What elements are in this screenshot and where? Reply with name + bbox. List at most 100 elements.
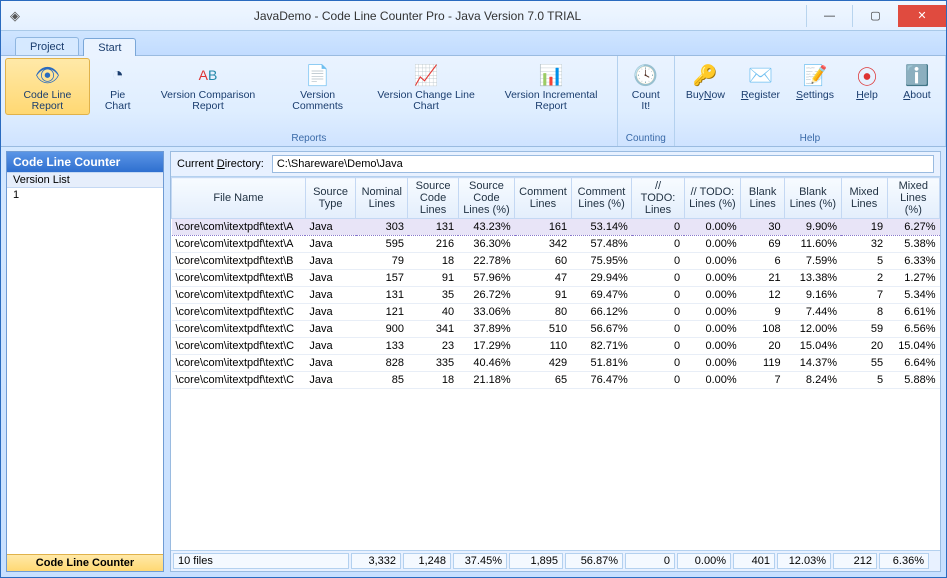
cell-stype: Java [305, 321, 355, 338]
cell-stype: Java [305, 236, 355, 253]
system-menu-icon[interactable]: ◈ [1, 8, 29, 24]
cell-nom: 157 [356, 270, 408, 287]
table-row[interactable]: \core\com\itextpdf\text\CJava1332317.29%… [172, 338, 940, 355]
col-todo-lines-pct[interactable]: // TODO: Lines (%) [684, 178, 741, 219]
tab-start[interactable]: Start [83, 38, 136, 56]
ribbon-group-counting: 🕓 Count It! Counting [618, 56, 675, 146]
cell-fname: \core\com\itextpdf\text\C [172, 287, 306, 304]
table-row[interactable]: \core\com\itextpdf\text\CJava851821.18%6… [172, 372, 940, 389]
count-it-button[interactable]: 🕓 Count It! [622, 58, 670, 115]
register-button[interactable]: ✉️ Register [734, 58, 787, 104]
close-button[interactable]: ✕ [898, 5, 946, 27]
cell-mixp: 5.34% [887, 287, 939, 304]
cell-todop: 0.00% [684, 338, 741, 355]
col-blank-lines-pct[interactable]: Blank Lines (%) [785, 178, 842, 219]
cell-blkp: 8.24% [785, 372, 842, 389]
minimize-button[interactable]: — [806, 5, 852, 27]
cell-cmtp: 29.94% [571, 270, 632, 287]
col-filename[interactable]: File Name [172, 178, 306, 219]
sidebar-item[interactable]: 1 [13, 189, 157, 201]
pie-chart-button[interactable]: ◔ Pie Chart [92, 58, 144, 115]
cell-fname: \core\com\itextpdf\text\C [172, 355, 306, 372]
help-button[interactable]: ⦿ Help [843, 58, 891, 104]
col-mixed-lines-pct[interactable]: Mixed Lines (%) [887, 178, 939, 219]
cell-sclp: 57.96% [458, 270, 515, 287]
cell-cmt: 47 [515, 270, 572, 287]
cell-stype: Java [305, 304, 355, 321]
total-cmt: 1,895 [509, 553, 563, 569]
version-incremental-report-button[interactable]: 📊 Version Incremental Report [489, 58, 612, 115]
col-todo-lines[interactable]: // TODO: Lines [632, 178, 684, 219]
ribbon: 👁 Code Line Report ◔ Pie Chart A B Versi… [1, 55, 946, 147]
cell-cmtp: 56.67% [571, 321, 632, 338]
cell-mixp: 5.88% [887, 372, 939, 389]
grid-wrap[interactable]: File Name Source Type Nominal Lines Sour… [171, 177, 940, 550]
cell-cmtp: 69.47% [571, 287, 632, 304]
col-source-code-lines-pct[interactable]: Source Code Lines (%) [458, 178, 515, 219]
col-comment-lines-pct[interactable]: Comment Lines (%) [571, 178, 632, 219]
current-directory-input[interactable] [272, 155, 934, 173]
version-comments-button[interactable]: 📄 Version Comments [272, 58, 362, 115]
table-row[interactable]: \core\com\itextpdf\text\CJava90034137.89… [172, 321, 940, 338]
cell-todo: 0 [632, 355, 684, 372]
line-chart-icon: 📈 [410, 61, 442, 89]
cell-todo: 0 [632, 338, 684, 355]
cell-todop: 0.00% [684, 355, 741, 372]
cell-fname: \core\com\itextpdf\text\C [172, 372, 306, 389]
cell-blkp: 12.00% [785, 321, 842, 338]
cell-blk: 20 [741, 338, 785, 355]
eye-icon: 👁 [31, 61, 63, 89]
cell-blkp: 13.38% [785, 270, 842, 287]
cell-fname: \core\com\itextpdf\text\A [172, 219, 306, 236]
col-source-type[interactable]: Source Type [305, 178, 355, 219]
col-mixed-lines[interactable]: Mixed Lines [841, 178, 887, 219]
maximize-button[interactable]: ▢ [852, 5, 898, 27]
total-cmtp: 56.87% [565, 553, 623, 569]
table-row[interactable]: \core\com\itextpdf\text\AJava30313143.23… [172, 219, 940, 236]
sidebar-list[interactable]: 1 [7, 188, 163, 554]
cell-scl: 40 [408, 304, 458, 321]
mail-icon: ✉️ [744, 61, 776, 89]
cell-nom: 133 [356, 338, 408, 355]
cell-blkp: 9.16% [785, 287, 842, 304]
cell-cmt: 510 [515, 321, 572, 338]
cell-scl: 216 [408, 236, 458, 253]
col-comment-lines[interactable]: Comment Lines [515, 178, 572, 219]
about-button[interactable]: ℹ️ About [893, 58, 941, 104]
cell-cmt: 80 [515, 304, 572, 321]
cell-mixp: 6.27% [887, 219, 939, 236]
cell-mix: 55 [841, 355, 887, 372]
titlebar: ◈ JavaDemo - Code Line Counter Pro - Jav… [1, 1, 946, 31]
cell-sclp: 36.30% [458, 236, 515, 253]
version-comparison-button[interactable]: A B Version Comparison Report [146, 58, 271, 115]
cell-mix: 20 [841, 338, 887, 355]
cell-sclp: 17.29% [458, 338, 515, 355]
settings-button[interactable]: 📝 Settings [789, 58, 841, 104]
total-nominal: 3,332 [351, 553, 401, 569]
cell-stype: Java [305, 287, 355, 304]
table-row[interactable]: \core\com\itextpdf\text\CJava1214033.06%… [172, 304, 940, 321]
cell-sclp: 37.89% [458, 321, 515, 338]
cell-cmtp: 57.48% [571, 236, 632, 253]
cell-mix: 7 [841, 287, 887, 304]
cell-sclp: 21.18% [458, 372, 515, 389]
cell-mix: 32 [841, 236, 887, 253]
version-change-line-chart-button[interactable]: 📈 Version Change Line Chart [365, 58, 488, 115]
sidebar-footer[interactable]: Code Line Counter [7, 554, 163, 571]
col-nominal-lines[interactable]: Nominal Lines [356, 178, 408, 219]
ribbon-group-label: Help [679, 133, 941, 145]
table-row[interactable]: \core\com\itextpdf\text\BJava791822.78%6… [172, 253, 940, 270]
cell-nom: 121 [356, 304, 408, 321]
col-blank-lines[interactable]: Blank Lines [741, 178, 785, 219]
cell-nom: 79 [356, 253, 408, 270]
tab-project[interactable]: Project [15, 37, 79, 55]
table-row[interactable]: \core\com\itextpdf\text\AJava59521636.30… [172, 236, 940, 253]
cell-todop: 0.00% [684, 321, 741, 338]
cell-todo: 0 [632, 287, 684, 304]
buynow-button[interactable]: 🔑 BuyNow [679, 58, 732, 104]
col-source-code-lines[interactable]: Source Code Lines [408, 178, 458, 219]
table-row[interactable]: \core\com\itextpdf\text\BJava1579157.96%… [172, 270, 940, 287]
table-row[interactable]: \core\com\itextpdf\text\CJava82833540.46… [172, 355, 940, 372]
code-line-report-button[interactable]: 👁 Code Line Report [5, 58, 90, 115]
table-row[interactable]: \core\com\itextpdf\text\CJava1313526.72%… [172, 287, 940, 304]
